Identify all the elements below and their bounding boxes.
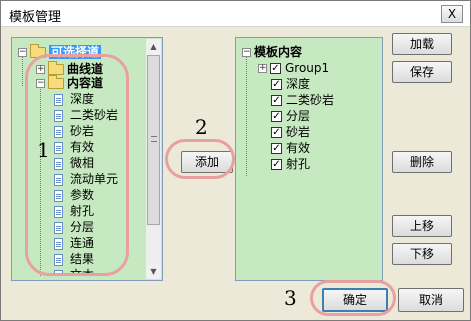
delete-button[interactable]: 删除 xyxy=(392,151,452,173)
tree-item[interactable]: ✓ 有效 xyxy=(271,140,310,157)
tree-item-label: 有效 xyxy=(286,141,311,155)
move-up-button[interactable]: 上移 xyxy=(392,215,452,237)
tree-item-label: 深度 xyxy=(286,77,311,91)
checkbox[interactable]: ✓ xyxy=(271,143,282,154)
checkbox[interactable]: ✓ xyxy=(271,79,282,90)
checkbox[interactable]: ✓ xyxy=(270,63,281,74)
tree-item-label: 分层 xyxy=(286,109,311,123)
tree-item[interactable]: ✓ 二类砂岩 xyxy=(271,92,334,109)
checkbox[interactable]: ✓ xyxy=(271,127,282,138)
save-button[interactable]: 保存 xyxy=(392,61,452,83)
template-content-panel[interactable]: − 模板内容 + ✓ Group1 ✓ 深度 ✓ 二类砂岩 ✓ 分层 ✓ 砂岩 ✓ 有效 ✓ 射孔 xyxy=(235,37,383,281)
checkbox[interactable]: ✓ xyxy=(271,111,282,122)
scroll-thumb[interactable] xyxy=(147,55,160,225)
scroll-down-icon[interactable]: ▼ xyxy=(146,264,161,279)
tree-item-label: 射孔 xyxy=(286,157,311,171)
title-bar: 模板管理 X xyxy=(1,1,470,27)
annotation-number-2: 2 xyxy=(195,115,208,139)
checkbox[interactable]: ✓ xyxy=(271,95,282,106)
collapse-icon[interactable]: − xyxy=(242,48,251,57)
checkbox[interactable]: ✓ xyxy=(271,159,282,170)
tree-node-label: Group1 xyxy=(285,61,330,75)
cancel-button[interactable]: 取消 xyxy=(398,288,464,312)
tree-item[interactable]: ✓ 射孔 xyxy=(271,156,310,173)
grip-icon xyxy=(151,136,157,142)
expand-icon[interactable]: + xyxy=(258,64,267,73)
tree-root-label: 模板内容 xyxy=(254,45,303,59)
template-content-tree: − 模板内容 + ✓ Group1 ✓ 深度 ✓ 二类砂岩 ✓ 分层 ✓ 砂岩 ✓ 有效 ✓ 射孔 xyxy=(242,44,378,276)
tree-node-group1[interactable]: + ✓ Group1 xyxy=(258,60,329,77)
move-down-button[interactable]: 下移 xyxy=(392,243,452,265)
tree-item[interactable]: ✓ 砂岩 xyxy=(271,124,310,141)
scroll-up-icon[interactable]: ▲ xyxy=(146,39,161,54)
annotation-oval-2 xyxy=(165,139,235,179)
annotation-number-3: 3 xyxy=(284,286,297,310)
tree-item-label: 砂岩 xyxy=(286,125,311,139)
window-title: 模板管理 xyxy=(9,10,62,25)
tree-item-label: 二类砂岩 xyxy=(286,93,335,107)
annotation-oval-1 xyxy=(25,54,129,276)
load-button[interactable]: 加载 xyxy=(392,33,452,55)
annotation-oval-3 xyxy=(310,280,396,316)
collapse-icon[interactable]: − xyxy=(18,48,27,57)
tree-root-template[interactable]: − 模板内容 xyxy=(242,44,302,61)
vertical-scrollbar[interactable]: ▲ ▼ xyxy=(146,39,161,279)
close-button[interactable]: X xyxy=(441,5,463,23)
template-manager-window: 模板管理 X − 可选择道 + 曲线道 − 内容道 深度 二类砂岩 砂岩 有效 微相 … xyxy=(0,0,471,321)
tree-item[interactable]: ✓ 深度 xyxy=(271,76,310,93)
tree-item[interactable]: ✓ 分层 xyxy=(271,108,310,125)
annotation-number-1: 1 xyxy=(37,138,50,162)
